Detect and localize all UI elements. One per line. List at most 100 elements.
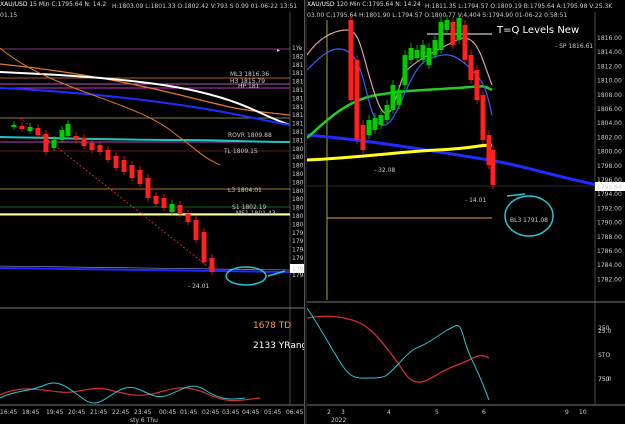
- left-chart-pane[interactable]: XAU/USD 15 Min C:1795.64 N: 14.2 01.15 H:…: [0, 0, 305, 424]
- right-chart-pane[interactable]: XAU/USD 120 Min C:1795.64 N: 14.24 H:181…: [307, 0, 625, 424]
- left-candle-body: [121, 160, 127, 172]
- left-candle-body: [113, 156, 119, 168]
- right-candle-body: [438, 22, 444, 50]
- right-candle-body: [378, 115, 384, 125]
- right-price-tick: 1812.00: [597, 63, 622, 70]
- right-x-tick: 4: [387, 409, 391, 416]
- left-x-tick: 06:45: [286, 409, 303, 416]
- left-x-tick: 20:45: [68, 409, 85, 416]
- right-annotation-circle: [504, 195, 554, 237]
- left-candle-body: [97, 145, 103, 152]
- right-candle-body: [402, 55, 408, 85]
- right-candle-body: [408, 48, 414, 60]
- left-x-tick: 18:45: [22, 409, 39, 416]
- left-level-label: HP 181: [238, 83, 260, 90]
- left-candle-body: [105, 150, 111, 160]
- right-price-tick: 1814.00: [597, 49, 622, 56]
- right-price-tick: 1792.00: [597, 205, 622, 212]
- left-x-tick: 05:45: [264, 409, 281, 416]
- left-x-tick: 22:45: [112, 409, 129, 416]
- right-annotation-tail: [506, 193, 526, 197]
- right-current-price: 1795.64: [597, 184, 622, 191]
- right-level-label: - 32.08: [374, 167, 395, 174]
- right-osc-tick: STO: [598, 352, 610, 359]
- left-ma-blue-low: [0, 267, 291, 273]
- right-x-tick: 9: [565, 409, 569, 416]
- left-level-label: ML3 1816.36: [230, 71, 269, 78]
- left-candle-body: [177, 205, 183, 214]
- left-candle-body: [145, 178, 151, 198]
- left-candle-body: [169, 204, 175, 212]
- left-x-tick: 21:45: [90, 409, 107, 416]
- left-level-label: TL 1809.15: [223, 148, 258, 155]
- right-price-tick: 1816.00: [597, 35, 622, 42]
- left-candle-body: [35, 128, 41, 135]
- left-osc-red: [0, 387, 261, 402]
- right-candle-body: [450, 22, 456, 45]
- left-x-tick: 03:45: [222, 409, 239, 416]
- left-annotation-circle: [225, 266, 267, 286]
- left-candle-body: [81, 138, 87, 146]
- right-candle-body: [426, 48, 432, 65]
- left-candle-body: [19, 126, 25, 129]
- left-candle-body: [27, 127, 33, 131]
- right-price-tick: 1800.00: [597, 149, 622, 156]
- left-x-tick: 02:45: [202, 409, 219, 416]
- right-x-tick: 10: [579, 409, 587, 416]
- right-osc-tick: 25.0: [598, 328, 612, 335]
- left-header-cut: 01.15: [0, 12, 17, 19]
- right-ma-blue: [307, 133, 598, 187]
- left-trend-line: [19, 117, 216, 273]
- right-candle-body: [444, 20, 450, 30]
- right-candle-body: [366, 120, 372, 135]
- left-level-label: L3 1804.01: [228, 187, 262, 194]
- left-chart-canvas[interactable]: 01.15 H:1803.09 L:1801.33 O:1802.42 V:793…: [0, 0, 305, 424]
- right-chart-canvas[interactable]: H:1811.35 L:1794.57 O:1809.19 B:1795.64 …: [307, 0, 625, 424]
- right-x-tick: 3: [341, 409, 345, 416]
- right-candle-body: [390, 85, 396, 110]
- right-header-right: H:1811.35 L:1794.57 O:1809.19 B:1795.64 …: [425, 3, 613, 10]
- right-candle-body: [414, 50, 420, 58]
- left-x-footer: sty 6 Thu: [130, 417, 158, 424]
- left-candle-body: [43, 134, 49, 152]
- right-price-tick: 1788.00: [597, 234, 622, 241]
- right-price-tick: 1782.00: [597, 276, 622, 283]
- right-header-line2: 03.00 C:1795.64 H:1801.90 L:1794.57 O:18…: [307, 12, 567, 19]
- left-candle-body: [153, 196, 159, 204]
- left-candle-body: [137, 170, 143, 184]
- right-candle-body: [360, 125, 366, 150]
- left-candle-body: [89, 143, 95, 150]
- left-x-tick: 01:45: [180, 409, 197, 416]
- left-candle-body: [65, 124, 71, 136]
- right-x-footer: 2022: [331, 417, 346, 424]
- left-candle-body: [59, 130, 65, 140]
- right-price-tick: 1806.00: [597, 106, 622, 113]
- right-candle-body: [456, 18, 462, 40]
- right-level-label: BL3 1791.08: [510, 217, 548, 224]
- left-x-tick: 23:45: [134, 409, 151, 416]
- left-level-label: MS1 1801.43: [236, 210, 276, 217]
- right-candle-body: [490, 150, 496, 185]
- right-price-tick: 1784.00: [597, 262, 622, 269]
- left-td-label: 1678 TD: [253, 321, 291, 331]
- right-level-label: - SP 1816.61: [555, 43, 593, 50]
- left-candle-body: [11, 125, 17, 127]
- left-candle-body: [193, 220, 199, 240]
- right-price-tick: 1790.00: [597, 220, 622, 227]
- right-x-tick: 2: [327, 409, 331, 416]
- right-price-tick: 1804.00: [597, 120, 622, 127]
- left-candle-body: [161, 198, 167, 208]
- left-x-tick: 00:45: [159, 409, 176, 416]
- right-candle-body: [480, 95, 486, 140]
- left-level-marker: ▸: [277, 47, 280, 54]
- left-x-tick: 19:45: [46, 409, 63, 416]
- right-price-tick: 1808.00: [597, 92, 622, 99]
- left-price-tick: 1Ye: [292, 45, 303, 52]
- left-level-label: - 24.01: [188, 283, 209, 290]
- right-price-tick: 1810.00: [597, 78, 622, 85]
- left-candle-body: [201, 232, 207, 262]
- right-level-label: - 14.01: [465, 197, 486, 204]
- left-candle-body: [185, 214, 191, 222]
- left-candle-body: [51, 140, 57, 148]
- right-x-tick: 5: [435, 409, 439, 416]
